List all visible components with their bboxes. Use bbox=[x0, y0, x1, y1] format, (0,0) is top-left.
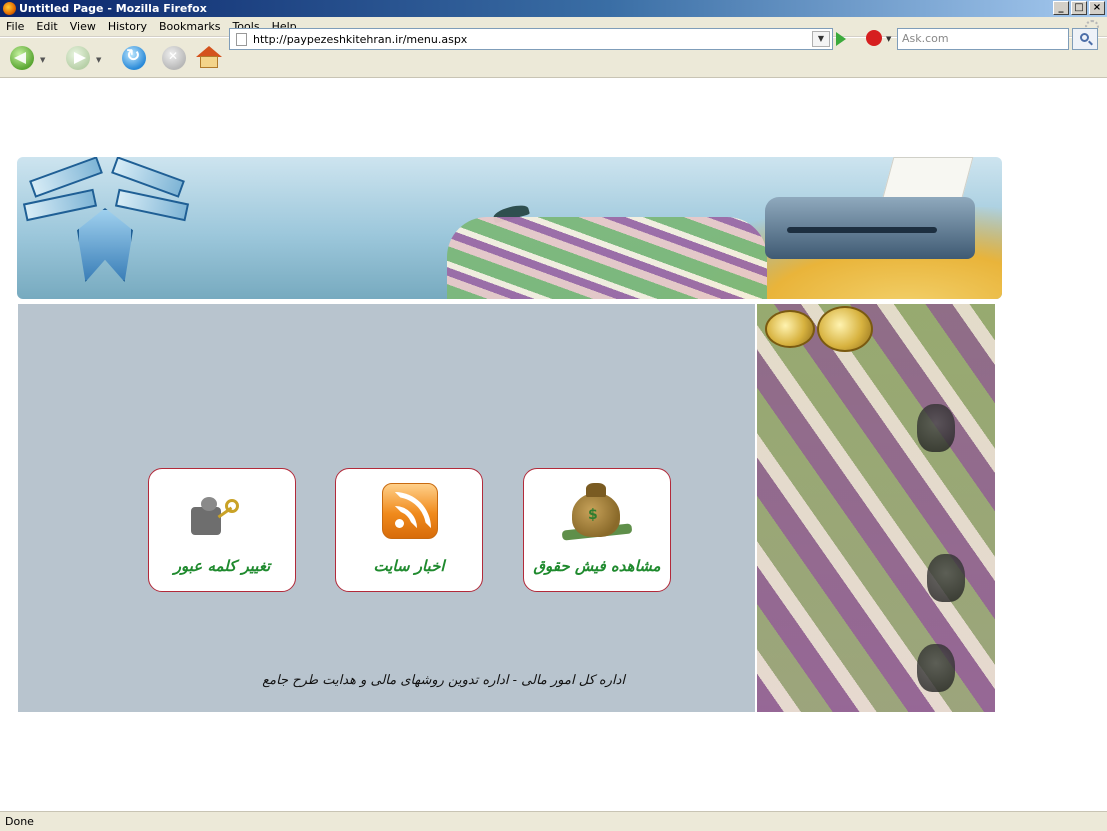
close-button[interactable]: × bbox=[1089, 1, 1105, 15]
bag-tie bbox=[586, 483, 606, 497]
banknote-portrait bbox=[917, 404, 955, 452]
stop-icon[interactable] bbox=[162, 46, 186, 70]
back-icon[interactable] bbox=[10, 46, 34, 70]
menu-view[interactable]: View bbox=[64, 20, 102, 33]
search-button[interactable] bbox=[1072, 28, 1098, 50]
coin-image bbox=[817, 306, 873, 352]
banner-money-pile bbox=[447, 217, 767, 299]
rss-dot bbox=[395, 519, 404, 528]
search-input[interactable]: Ask.com bbox=[897, 28, 1069, 50]
maximize-button[interactable]: □ bbox=[1071, 1, 1087, 15]
puzzle-key-icon bbox=[191, 497, 239, 537]
site-news-tile[interactable]: اخبار سایت bbox=[335, 468, 483, 592]
window-controls: _ □ × bbox=[1053, 1, 1105, 15]
page-icon bbox=[236, 32, 247, 46]
change-password-tile[interactable]: تغییر کلمه عبور bbox=[148, 468, 296, 592]
go-icon[interactable] bbox=[836, 32, 846, 46]
home-icon[interactable] bbox=[196, 44, 222, 70]
firefox-icon bbox=[3, 2, 16, 15]
coin-image bbox=[765, 310, 815, 348]
menu-edit[interactable]: Edit bbox=[30, 20, 63, 33]
window-title-bar: Untitled Page - Mozilla Firefox _ □ × bbox=[0, 0, 1107, 17]
home-walls bbox=[200, 56, 218, 68]
banner-printer bbox=[765, 197, 975, 259]
change-password-label: تغییر کلمه عبور bbox=[173, 557, 271, 575]
money-bag-icon: $ bbox=[561, 479, 633, 541]
status-text: Done bbox=[5, 815, 34, 828]
search-icon-handle bbox=[1088, 40, 1093, 46]
rss-icon bbox=[382, 483, 438, 539]
status-bar: Done bbox=[0, 811, 1107, 831]
university-logo bbox=[22, 157, 192, 288]
minimize-button[interactable]: _ bbox=[1053, 1, 1069, 15]
site-news-label: اخبار سایت bbox=[373, 557, 445, 575]
view-payslip-label: مشاهده فیش حقوق bbox=[533, 557, 661, 575]
search-engine-dropdown-icon: ▼ bbox=[886, 35, 892, 43]
forward-history-dropdown-icon[interactable]: ▼ bbox=[96, 56, 101, 64]
search-engine-selector[interactable]: ▼ bbox=[866, 30, 894, 48]
site-banner bbox=[17, 157, 1002, 299]
url-text: http://paypezeshkitehran.ir/menu.aspx bbox=[253, 32, 468, 46]
banknote-portrait bbox=[927, 554, 965, 602]
url-bar[interactable]: http://paypezeshkitehran.ir/menu.aspx bbox=[229, 28, 833, 50]
puzzle-piece-shape bbox=[191, 507, 221, 535]
reload-icon[interactable] bbox=[122, 46, 146, 70]
menu-bookmarks[interactable]: Bookmarks bbox=[153, 20, 226, 33]
menu-history[interactable]: History bbox=[102, 20, 153, 33]
url-history-dropdown-icon[interactable]: ▼ bbox=[812, 31, 830, 47]
puzzle-knob-shape bbox=[201, 497, 217, 511]
view-payslip-tile[interactable]: $ مشاهده فیش حقوق bbox=[523, 468, 671, 592]
banknote-portrait bbox=[917, 644, 955, 692]
side-money-image bbox=[757, 304, 995, 712]
menu-file[interactable]: File bbox=[0, 20, 30, 33]
printer-slot bbox=[787, 227, 937, 233]
window-title: Untitled Page - Mozilla Firefox bbox=[19, 2, 207, 15]
logo-book-shape bbox=[77, 208, 133, 282]
back-history-dropdown-icon[interactable]: ▼ bbox=[40, 56, 45, 64]
bag-dollar-mark: $ bbox=[588, 507, 598, 523]
department-footer: اداره کل امور مالی - اداره تدوین روشهای … bbox=[262, 673, 625, 688]
forward-icon[interactable] bbox=[66, 46, 90, 70]
page-viewport: تغییر کلمه عبور اخبار سایت $ مشاهده فیش … bbox=[0, 79, 1107, 808]
ask-logo-icon bbox=[866, 30, 882, 46]
